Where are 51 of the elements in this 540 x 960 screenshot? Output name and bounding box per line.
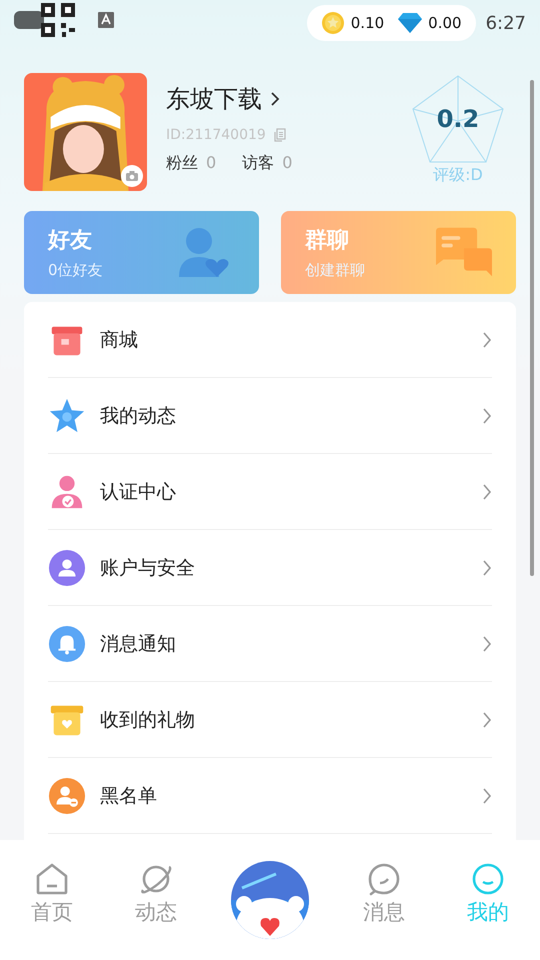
rating-label: 评级:D [433, 165, 483, 186]
chat-bubbles-icon [436, 227, 492, 277]
menu-label: 账户与安全 [100, 556, 196, 580]
block-user-icon [48, 776, 86, 814]
text-icon [98, 12, 114, 28]
followers-label[interactable]: 粉丝 [166, 153, 198, 174]
card-subtitle: 创建群聊 [305, 261, 365, 280]
diamond-balance: 0.00 [428, 14, 462, 32]
menu-item[interactable]: 我的动态 [48, 378, 492, 454]
pentagon-chart-icon [412, 75, 504, 163]
chevron-icon [482, 406, 492, 424]
smiley-icon [471, 862, 505, 896]
diamond-icon [398, 12, 422, 34]
qr-code-icon [40, 2, 76, 38]
home-icon [35, 862, 69, 896]
menu-item[interactable]: 收到的礼物 [48, 682, 492, 758]
chevron-icon [482, 482, 492, 500]
menu-label: 收到的礼物 [100, 708, 196, 732]
camera-icon[interactable] [121, 165, 143, 187]
clock: 6:27 [486, 12, 526, 34]
card-subtitle: 0位好友 [48, 261, 103, 280]
coin-icon [320, 11, 345, 35]
menu-item[interactable]: 认证中心 [48, 454, 492, 530]
user-icon [48, 548, 86, 586]
score-value: 0.2 [436, 105, 480, 133]
visitors-label[interactable]: 访客 [242, 153, 274, 174]
scrollbar[interactable] [530, 80, 534, 576]
menu-item[interactable]: 黑名单 [48, 758, 492, 834]
card-title: 群聊 [305, 227, 349, 255]
followers-count: 0 [206, 153, 216, 172]
chevron-icon [482, 786, 492, 804]
chat-bubble-icon [367, 862, 401, 896]
menu-item[interactable]: 商城 [48, 302, 492, 378]
user-name[interactable]: 东坡下载 [166, 83, 262, 115]
star-icon [48, 396, 86, 434]
menu-label: 我的动态 [100, 404, 177, 428]
menu-label: 消息通知 [100, 632, 177, 656]
coin-balance: 0.10 [350, 14, 384, 32]
bell-icon [48, 624, 86, 662]
menu-item[interactable]: 消息通知 [48, 606, 492, 682]
chevron-icon [482, 330, 492, 348]
chevron-icon [482, 710, 492, 728]
card-title: 好友 [48, 227, 92, 255]
menu-label: 黑名单 [100, 784, 158, 808]
visitors-count: 0 [282, 153, 292, 172]
chevron-icon [482, 558, 492, 576]
menu-label: 认证中心 [100, 480, 177, 504]
menu-label: 商城 [100, 328, 139, 352]
chevron-icon[interactable] [270, 91, 280, 107]
menu-item[interactable]: 账户与安全 [48, 530, 492, 606]
chevron-icon [482, 634, 492, 652]
